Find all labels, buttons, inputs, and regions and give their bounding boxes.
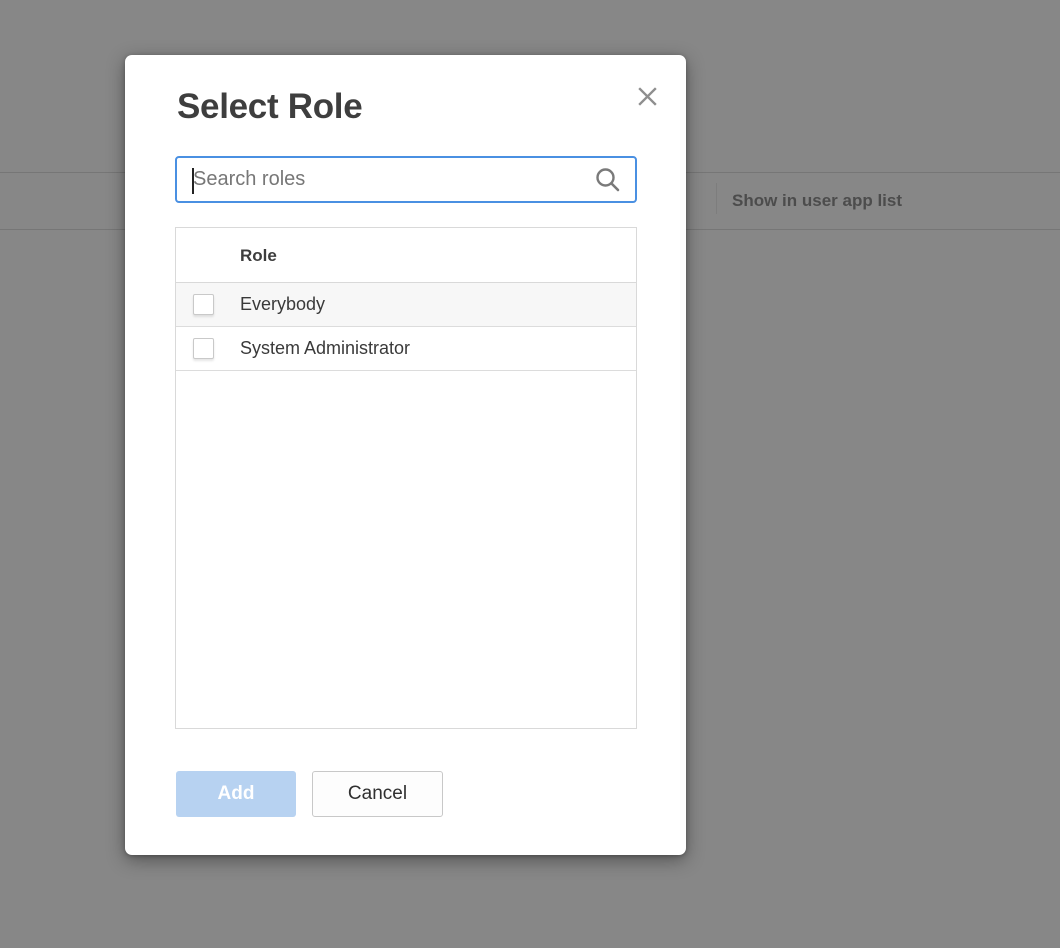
dialog-title: Select Role <box>177 87 362 127</box>
search-input[interactable] <box>177 158 594 201</box>
search-field-container <box>175 156 637 203</box>
select-role-dialog: Select Role Role Everybody System Admini… <box>125 55 686 855</box>
background-column-divider <box>716 183 717 214</box>
role-checkbox[interactable] <box>193 338 214 359</box>
close-icon[interactable] <box>633 82 661 110</box>
add-button[interactable]: Add <box>176 771 296 817</box>
roles-column-header: Role <box>176 228 636 283</box>
role-row-system-administrator[interactable]: System Administrator <box>176 327 636 371</box>
roles-table: Role Everybody System Administrator <box>175 227 637 729</box>
text-caret <box>192 168 194 194</box>
search-icon <box>594 166 621 193</box>
background-column-header: Show in user app list <box>732 173 902 229</box>
cancel-button[interactable]: Cancel <box>312 771 443 817</box>
role-checkbox[interactable] <box>193 294 214 315</box>
role-row-everybody[interactable]: Everybody <box>176 283 636 327</box>
